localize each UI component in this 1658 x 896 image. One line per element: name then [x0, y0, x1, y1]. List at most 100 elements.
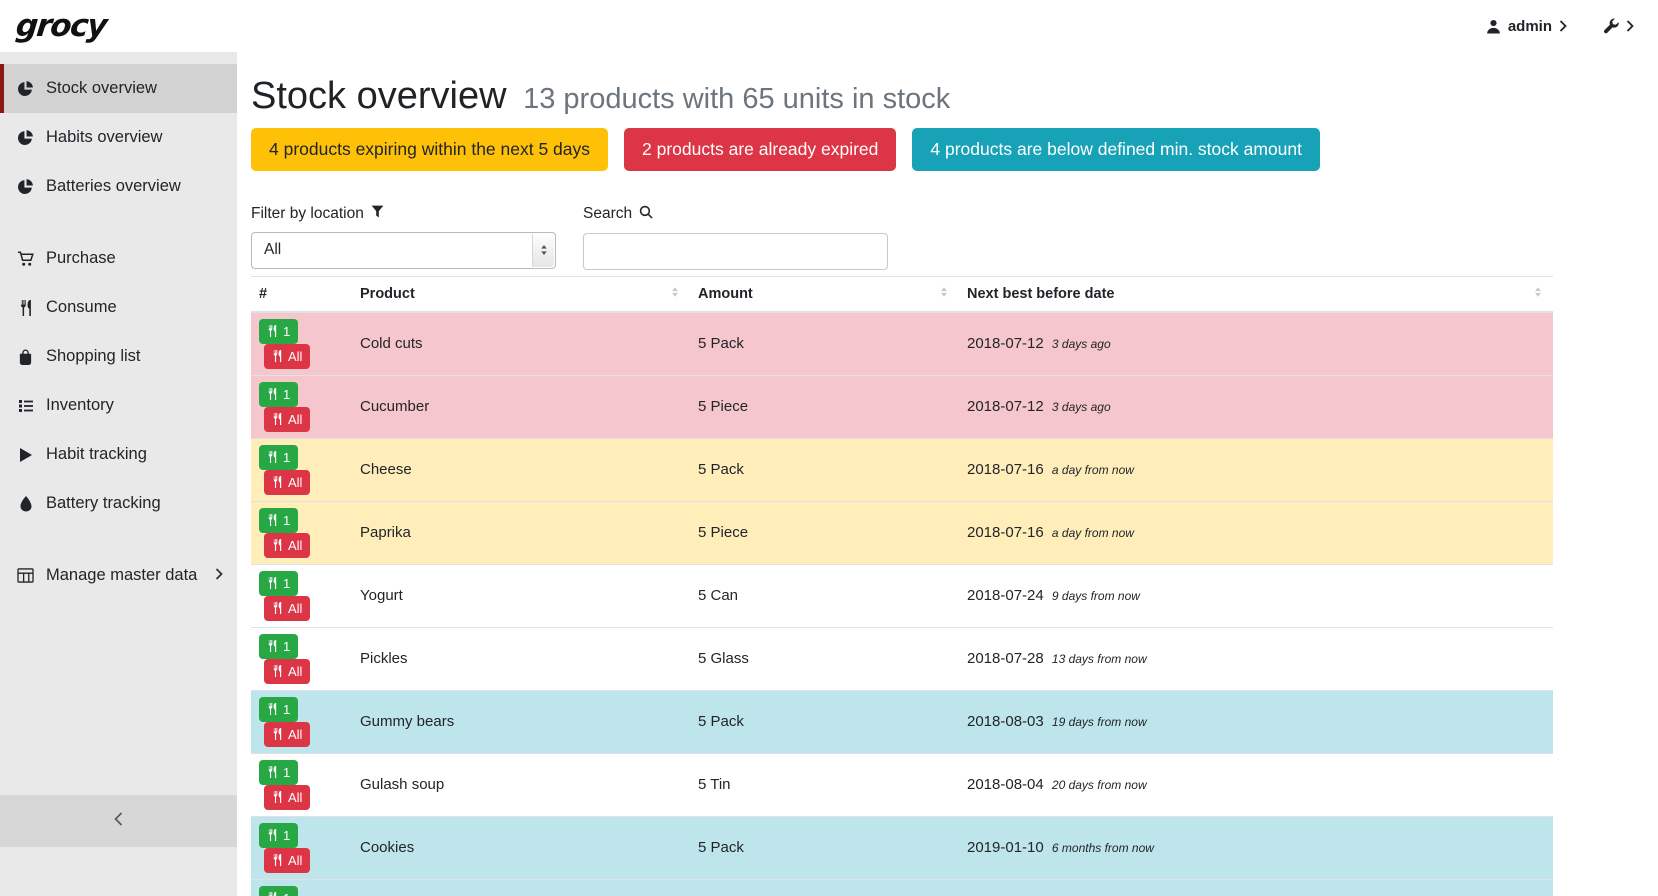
product-cell: Cheese [352, 438, 690, 501]
consume-one-button[interactable]: 1 [259, 697, 298, 722]
utensils-icon [267, 451, 278, 463]
utensils-icon [267, 388, 278, 400]
sidebar-item-shopping-list[interactable]: Shopping list [0, 332, 237, 381]
search-icon [639, 205, 653, 224]
consume-all-button[interactable]: All [264, 785, 310, 810]
product-name: Cookies [360, 839, 414, 856]
utensils-icon [267, 703, 278, 715]
sidebar-item-label: Batteries overview [46, 177, 181, 196]
amount-cell: 5 Pack [690, 438, 959, 501]
sidebar-item-batteries-overview[interactable]: Batteries overview [0, 162, 237, 211]
column-header-num-label: # [259, 286, 267, 302]
sidebar-item-manage-master-data[interactable]: Manage master data [0, 551, 237, 600]
sidebar-item-inventory[interactable]: Inventory [0, 381, 237, 430]
app-logo[interactable]: grocy [14, 8, 108, 44]
filter-icon [371, 205, 384, 223]
expiring-products-badge[interactable]: 4 products expiring within the next 5 da… [251, 128, 608, 171]
best-before-cell: 2018-08-04 20 days from now [959, 753, 1553, 816]
chart-pie-icon [16, 129, 35, 146]
product-name: Pickles [360, 650, 408, 667]
consume-all-label: All [288, 475, 302, 490]
actions-cell: 1 All [251, 627, 352, 690]
consume-one-label: 1 [283, 639, 290, 654]
chevron-right-icon [1626, 20, 1634, 32]
consume-all-button[interactable]: All [264, 407, 310, 432]
expired-products-badge[interactable]: 2 products are already expired [624, 128, 896, 171]
best-before-relative: 3 days ago [1052, 337, 1111, 351]
utensils-icon [272, 350, 283, 362]
sidebar-group-overviews: Stock overview Habits overview Batteries… [0, 64, 237, 211]
best-before-date: 2018-07-16 [967, 524, 1044, 541]
consume-all-button[interactable]: All [264, 659, 310, 684]
location-select[interactable]: All [251, 232, 556, 269]
consume-all-button[interactable]: All [264, 722, 310, 747]
best-before-cell: 2019-01-10 6 months from now [959, 816, 1553, 879]
user-icon [1486, 19, 1501, 34]
topbar: grocy admin [0, 0, 1658, 52]
consume-one-button[interactable]: 1 [259, 382, 298, 407]
best-before-relative: 3 days ago [1052, 400, 1111, 414]
sidebar-item-stock-overview[interactable]: Stock overview [0, 64, 237, 113]
user-menu[interactable]: admin [1486, 18, 1567, 35]
best-before-relative: 9 days from now [1052, 589, 1140, 603]
consume-all-button[interactable]: All [264, 344, 310, 369]
table-row: 1 All Paprika 5 Piece 2018-07-16 a day f… [251, 501, 1553, 564]
amount-cell: 5 Glass [690, 627, 959, 690]
sidebar-item-purchase[interactable]: Purchase [0, 234, 237, 283]
shopping-bag-icon [16, 349, 35, 365]
consume-one-button[interactable]: 1 [259, 823, 298, 848]
product-cell: Pickles [352, 627, 690, 690]
actions-cell: 1 All [251, 816, 352, 879]
consume-all-button[interactable]: All [264, 470, 310, 495]
wrench-icon [1603, 18, 1619, 34]
sidebar-item-consume[interactable]: Consume [0, 283, 237, 332]
amount-value: 5 Can [698, 587, 738, 604]
column-header-amount[interactable]: Amount [690, 276, 959, 312]
search-input[interactable] [583, 233, 888, 270]
column-header-num: # [251, 276, 352, 312]
consume-one-button[interactable]: 1 [259, 508, 298, 533]
consume-all-label: All [288, 601, 302, 616]
utensils-icon [272, 728, 283, 740]
consume-one-button[interactable]: 1 [259, 319, 298, 344]
below-min-stock-badge[interactable]: 4 products are below defined min. stock … [912, 128, 1320, 171]
utensils-icon [267, 514, 278, 526]
chevron-right-icon [1559, 20, 1567, 32]
user-name: admin [1508, 18, 1552, 35]
settings-menu[interactable] [1603, 18, 1634, 34]
sort-icon [1531, 285, 1545, 303]
utensils-icon [272, 665, 283, 677]
best-before-date: 2018-07-28 [967, 650, 1044, 667]
utensils-icon [272, 602, 283, 614]
sidebar-item-battery-tracking[interactable]: Battery tracking [0, 479, 237, 528]
amount-value: 5 Piece [698, 524, 748, 541]
actions-cell: 1 All [251, 312, 352, 376]
consume-one-button[interactable]: 1 [259, 760, 298, 785]
consume-all-button[interactable]: All [264, 848, 310, 873]
column-header-best-before[interactable]: Next best before date [959, 276, 1553, 312]
utensils-icon [267, 766, 278, 778]
consume-one-button[interactable]: 1 [259, 571, 298, 596]
best-before-relative: 19 days from now [1052, 715, 1147, 729]
consume-all-label: All [288, 412, 302, 427]
chevron-right-icon [215, 566, 223, 585]
consume-all-button[interactable]: All [264, 596, 310, 621]
sidebar-item-habits-overview[interactable]: Habits overview [0, 113, 237, 162]
product-cell: Gulash soup [352, 753, 690, 816]
page-title: Stock overview 13 products with 65 units… [251, 74, 1567, 120]
best-before-cell: 2018-07-24 9 days from now [959, 564, 1553, 627]
sidebar-item-label: Battery tracking [46, 494, 161, 513]
table-icon [16, 568, 35, 583]
column-header-product[interactable]: Product [352, 276, 690, 312]
consume-all-button[interactable]: All [264, 533, 310, 558]
sidebar-item-label: Consume [46, 298, 117, 317]
utensils-icon [272, 413, 283, 425]
amount-cell: 5 Piece [690, 375, 959, 438]
sidebar-collapse-button[interactable] [0, 795, 237, 847]
play-icon [16, 447, 35, 463]
utensils-icon [267, 325, 278, 337]
consume-one-button[interactable]: 1 [259, 634, 298, 659]
consume-one-button[interactable]: 1 [259, 886, 298, 896]
sidebar-item-habit-tracking[interactable]: Habit tracking [0, 430, 237, 479]
consume-one-button[interactable]: 1 [259, 445, 298, 470]
